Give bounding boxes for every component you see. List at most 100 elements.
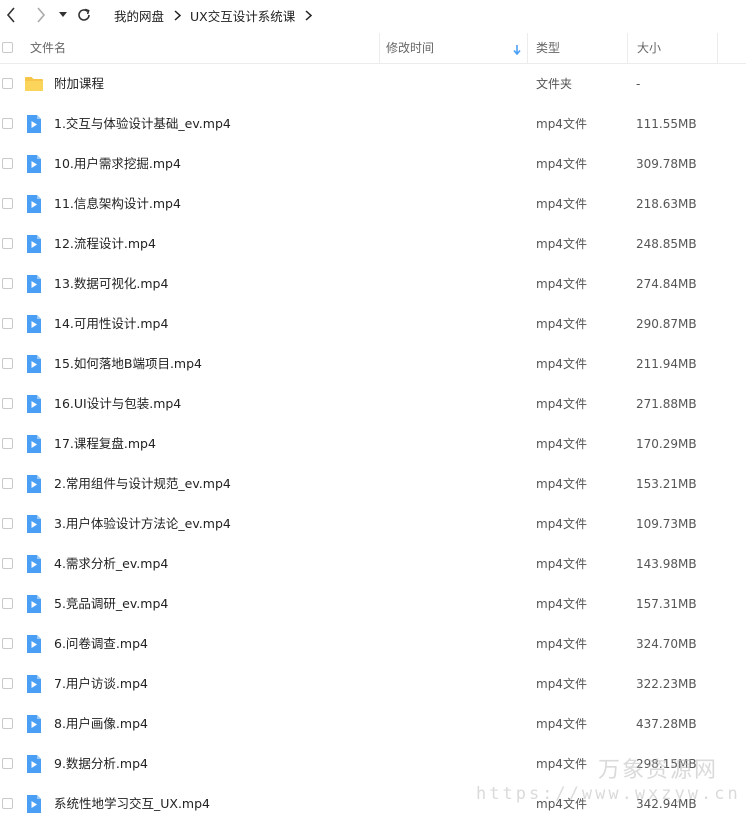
row-checkbox[interactable]	[2, 598, 13, 609]
file-name[interactable]: 3.用户体验设计方法论_ev.mp4	[54, 504, 231, 544]
file-type: mp4文件	[536, 357, 587, 371]
video-file-icon	[24, 234, 44, 254]
row-checkbox[interactable]	[2, 758, 13, 769]
file-row[interactable]: 附加课程 文件夹 -	[0, 64, 746, 104]
row-checkbox[interactable]	[2, 518, 13, 529]
sort-desc-icon[interactable]	[513, 34, 521, 64]
row-checkbox[interactable]	[2, 438, 13, 449]
refresh-button[interactable]	[74, 4, 94, 26]
file-name[interactable]: 5.竞品调研_ev.mp4	[54, 584, 168, 624]
file-row[interactable]: 6.问卷调查.mp4 mp4文件 324.70MB	[0, 624, 746, 664]
file-row[interactable]: 8.用户画像.mp4 mp4文件 437.28MB	[0, 704, 746, 744]
file-row[interactable]: 5.竞品调研_ev.mp4 mp4文件 157.31MB	[0, 584, 746, 624]
file-name[interactable]: 9.数据分析.mp4	[54, 744, 148, 784]
video-file-icon	[24, 674, 44, 694]
file-type: mp4文件	[536, 157, 587, 171]
file-row[interactable]: 14.可用性设计.mp4 mp4文件 290.87MB	[0, 304, 746, 344]
row-checkbox[interactable]	[2, 478, 13, 489]
file-size: 109.73MB	[636, 517, 697, 531]
file-row[interactable]: 系统性地学习交互_UX.mp4 mp4文件 342.94MB	[0, 784, 746, 824]
file-name[interactable]: 13.数据可视化.mp4	[54, 264, 168, 304]
file-type: mp4文件	[536, 797, 587, 811]
row-checkbox[interactable]	[2, 638, 13, 649]
file-name[interactable]: 16.UI设计与包装.mp4	[54, 384, 181, 424]
file-row[interactable]: 10.用户需求挖掘.mp4 mp4文件 309.78MB	[0, 144, 746, 184]
row-checkbox[interactable]	[2, 78, 13, 89]
file-row[interactable]: 15.如何落地B端项目.mp4 mp4文件 211.94MB	[0, 344, 746, 384]
row-checkbox[interactable]	[2, 318, 13, 329]
file-name[interactable]: 2.常用组件与设计规范_ev.mp4	[54, 464, 231, 504]
row-checkbox[interactable]	[2, 558, 13, 569]
folder-icon	[24, 74, 44, 94]
video-file-icon	[24, 554, 44, 574]
file-type: mp4文件	[536, 397, 587, 411]
column-divider[interactable]	[379, 33, 380, 63]
row-checkbox[interactable]	[2, 238, 13, 249]
file-row[interactable]: 9.数据分析.mp4 mp4文件 298.15MB	[0, 744, 746, 784]
column-header-name[interactable]: 文件名	[30, 33, 66, 63]
breadcrumb-separator-icon	[174, 9, 182, 21]
file-row[interactable]: 2.常用组件与设计规范_ev.mp4 mp4文件 153.21MB	[0, 464, 746, 504]
file-row[interactable]: 17.课程复盘.mp4 mp4文件 170.29MB	[0, 424, 746, 464]
file-type: mp4文件	[536, 637, 587, 651]
file-row[interactable]: 1.交互与体验设计基础_ev.mp4 mp4文件 111.55MB	[0, 104, 746, 144]
file-name[interactable]: 17.课程复盘.mp4	[54, 424, 156, 464]
file-row[interactable]: 3.用户体验设计方法论_ev.mp4 mp4文件 109.73MB	[0, 504, 746, 544]
file-name[interactable]: 11.信息架构设计.mp4	[54, 184, 181, 224]
row-checkbox[interactable]	[2, 358, 13, 369]
file-name[interactable]: 6.问卷调查.mp4	[54, 624, 148, 664]
breadcrumb: 我的网盘 UX交互设计系统课	[114, 6, 321, 24]
file-row[interactable]: 11.信息架构设计.mp4 mp4文件 218.63MB	[0, 184, 746, 224]
file-name[interactable]: 系统性地学习交互_UX.mp4	[54, 784, 210, 824]
forward-button[interactable]	[32, 4, 50, 26]
row-checkbox[interactable]	[2, 718, 13, 729]
file-row[interactable]: 7.用户访谈.mp4 mp4文件 322.23MB	[0, 664, 746, 704]
file-type: mp4文件	[536, 237, 587, 251]
row-checkbox[interactable]	[2, 118, 13, 129]
video-file-icon	[24, 594, 44, 614]
column-divider[interactable]	[527, 33, 528, 63]
video-file-icon	[24, 354, 44, 374]
row-checkbox[interactable]	[2, 798, 13, 809]
file-name[interactable]: 8.用户画像.mp4	[54, 704, 148, 744]
breadcrumb-separator-icon	[305, 9, 313, 21]
column-header-size[interactable]: 大小	[637, 33, 661, 63]
file-name[interactable]: 附加课程	[54, 64, 104, 104]
file-list: 附加课程 文件夹 -1.交互与体验设计基础_ev.mp4 mp4文件 111.55MB 1…	[0, 64, 746, 824]
file-size: 153.21MB	[636, 477, 697, 491]
row-checkbox[interactable]	[2, 278, 13, 289]
file-size: 290.87MB	[636, 317, 697, 331]
breadcrumb-item-current[interactable]: UX交互设计系统课	[190, 6, 295, 25]
row-checkbox[interactable]	[2, 198, 13, 209]
row-checkbox[interactable]	[2, 678, 13, 689]
column-header-modified[interactable]: 修改时间	[386, 33, 434, 63]
video-file-icon	[24, 394, 44, 414]
file-row[interactable]: 13.数据可视化.mp4 mp4文件 274.84MB	[0, 264, 746, 304]
file-type: mp4文件	[536, 197, 587, 211]
file-row[interactable]: 12.流程设计.mp4 mp4文件 248.85MB	[0, 224, 746, 264]
history-dropdown-button[interactable]	[56, 4, 70, 26]
file-row[interactable]: 4.需求分析_ev.mp4 mp4文件 143.98MB	[0, 544, 746, 584]
file-row[interactable]: 16.UI设计与包装.mp4 mp4文件 271.88MB	[0, 384, 746, 424]
row-checkbox[interactable]	[2, 398, 13, 409]
file-type: mp4文件	[536, 477, 587, 491]
file-name[interactable]: 12.流程设计.mp4	[54, 224, 156, 264]
file-name[interactable]: 7.用户访谈.mp4	[54, 664, 148, 704]
video-file-icon	[24, 514, 44, 534]
column-divider[interactable]	[717, 33, 718, 63]
file-name[interactable]: 1.交互与体验设计基础_ev.mp4	[54, 104, 231, 144]
back-button[interactable]	[2, 4, 20, 26]
file-name[interactable]: 15.如何落地B端项目.mp4	[54, 344, 202, 384]
file-name[interactable]: 10.用户需求挖掘.mp4	[54, 144, 181, 184]
file-name[interactable]: 4.需求分析_ev.mp4	[54, 544, 168, 584]
select-all-checkbox[interactable]	[2, 42, 13, 53]
breadcrumb-item-root[interactable]: 我的网盘	[114, 6, 164, 25]
file-type: mp4文件	[536, 757, 587, 771]
chevron-left-icon	[6, 7, 15, 23]
video-file-icon	[24, 434, 44, 454]
file-name[interactable]: 14.可用性设计.mp4	[54, 304, 168, 344]
column-header-type[interactable]: 类型	[536, 33, 560, 63]
column-divider[interactable]	[627, 33, 628, 63]
caret-down-icon	[59, 12, 67, 17]
row-checkbox[interactable]	[2, 158, 13, 169]
